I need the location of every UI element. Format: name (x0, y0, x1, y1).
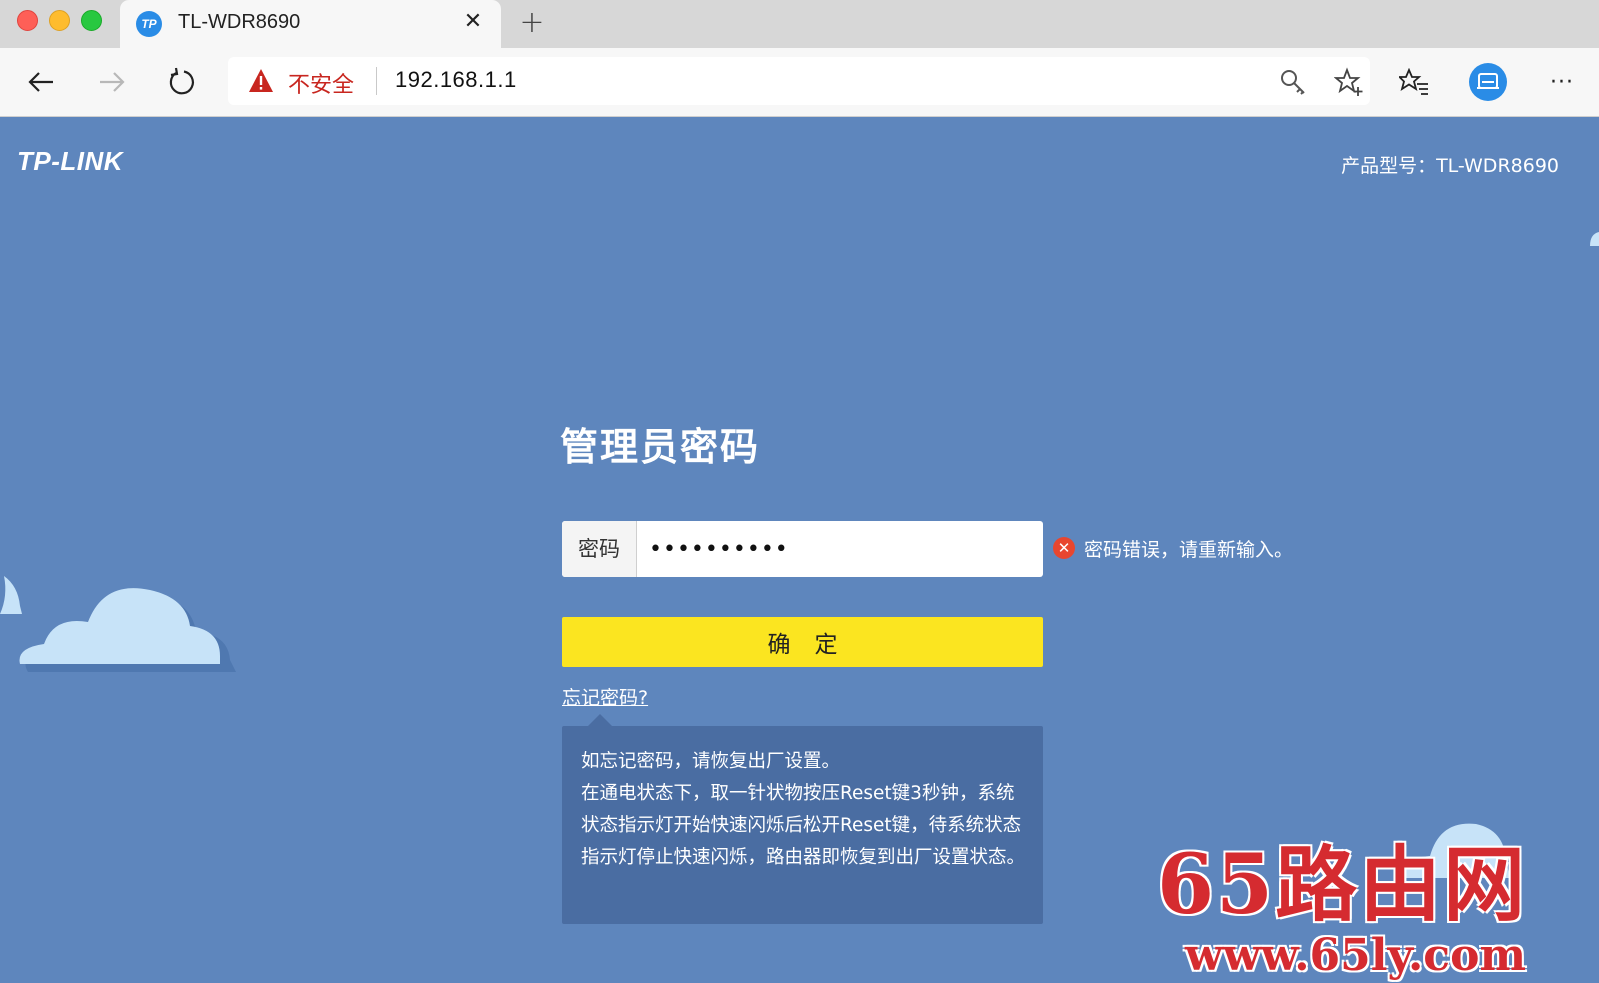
forgot-password-tooltip: 如忘记密码，请恢复出厂设置。 在通电状态下，取一针状物按压Reset键3秒钟，系… (562, 714, 1043, 924)
browser-tab[interactable]: TP TL-WDR8690 ✕ (120, 0, 501, 48)
cloud-decoration-left (19, 588, 236, 672)
new-tab-button[interactable]: + (515, 6, 549, 40)
password-label: 密码 (562, 521, 637, 577)
page-title: 管理员密码 (560, 425, 761, 469)
tab-title: TL-WDR8690 (178, 11, 301, 33)
forgot-password-link[interactable]: 忘记密码? (562, 683, 648, 710)
password-input[interactable] (649, 521, 1029, 577)
warning-icon[interactable] (248, 68, 274, 94)
security-status[interactable]: 不安全 (288, 67, 354, 99)
tab-strip: TP TL-WDR8690 ✕ + (0, 0, 1599, 48)
tab-close-icon[interactable]: ✕ (459, 8, 487, 36)
favorites-icon[interactable] (1394, 62, 1434, 102)
error-message: 密码错误，请重新输入。 (1084, 539, 1294, 561)
watermark-url: www.65ly.com (1185, 930, 1526, 981)
tp-link-logo: TP-LINK (17, 146, 124, 176)
back-arrow-icon[interactable] (21, 62, 61, 102)
password-field: 密码 (562, 521, 1043, 577)
error-icon: ✕ (1053, 537, 1075, 559)
product-model: 产品型号：TL-WDR8690 (1341, 155, 1559, 177)
address-divider (376, 67, 377, 95)
tooltip-arrow (588, 714, 612, 726)
tooltip-text: 如忘记密码，请恢复出厂设置。 在通电状态下，取一针状物按压Reset键3秒钟，系… (581, 751, 1026, 868)
minimize-window-button[interactable] (49, 10, 70, 31)
add-favorite-icon[interactable] (1334, 67, 1364, 97)
url-text[interactable]: 192.168.1.1 (395, 67, 517, 93)
address-bar[interactable]: 不安全 192.168.1.1 (228, 57, 1370, 105)
browser-toolbar: 不安全 192.168.1.1 ··· (0, 48, 1599, 117)
forward-arrow-icon[interactable] (92, 62, 132, 102)
confirm-button[interactable]: 确定 (562, 617, 1043, 667)
more-icon[interactable]: ··· (1542, 62, 1582, 102)
maximize-window-button[interactable] (81, 10, 102, 31)
watermark-title: 65路由网 (1157, 837, 1528, 933)
profile-icon[interactable] (1465, 59, 1511, 105)
key-icon[interactable] (1278, 67, 1308, 97)
close-window-button[interactable] (17, 10, 38, 31)
reload-icon[interactable] (162, 62, 202, 102)
tp-link-favicon-icon: TP (136, 11, 162, 37)
cloud-decoration-right-top (1590, 232, 1599, 246)
cloud-decoration-edge (0, 576, 22, 614)
